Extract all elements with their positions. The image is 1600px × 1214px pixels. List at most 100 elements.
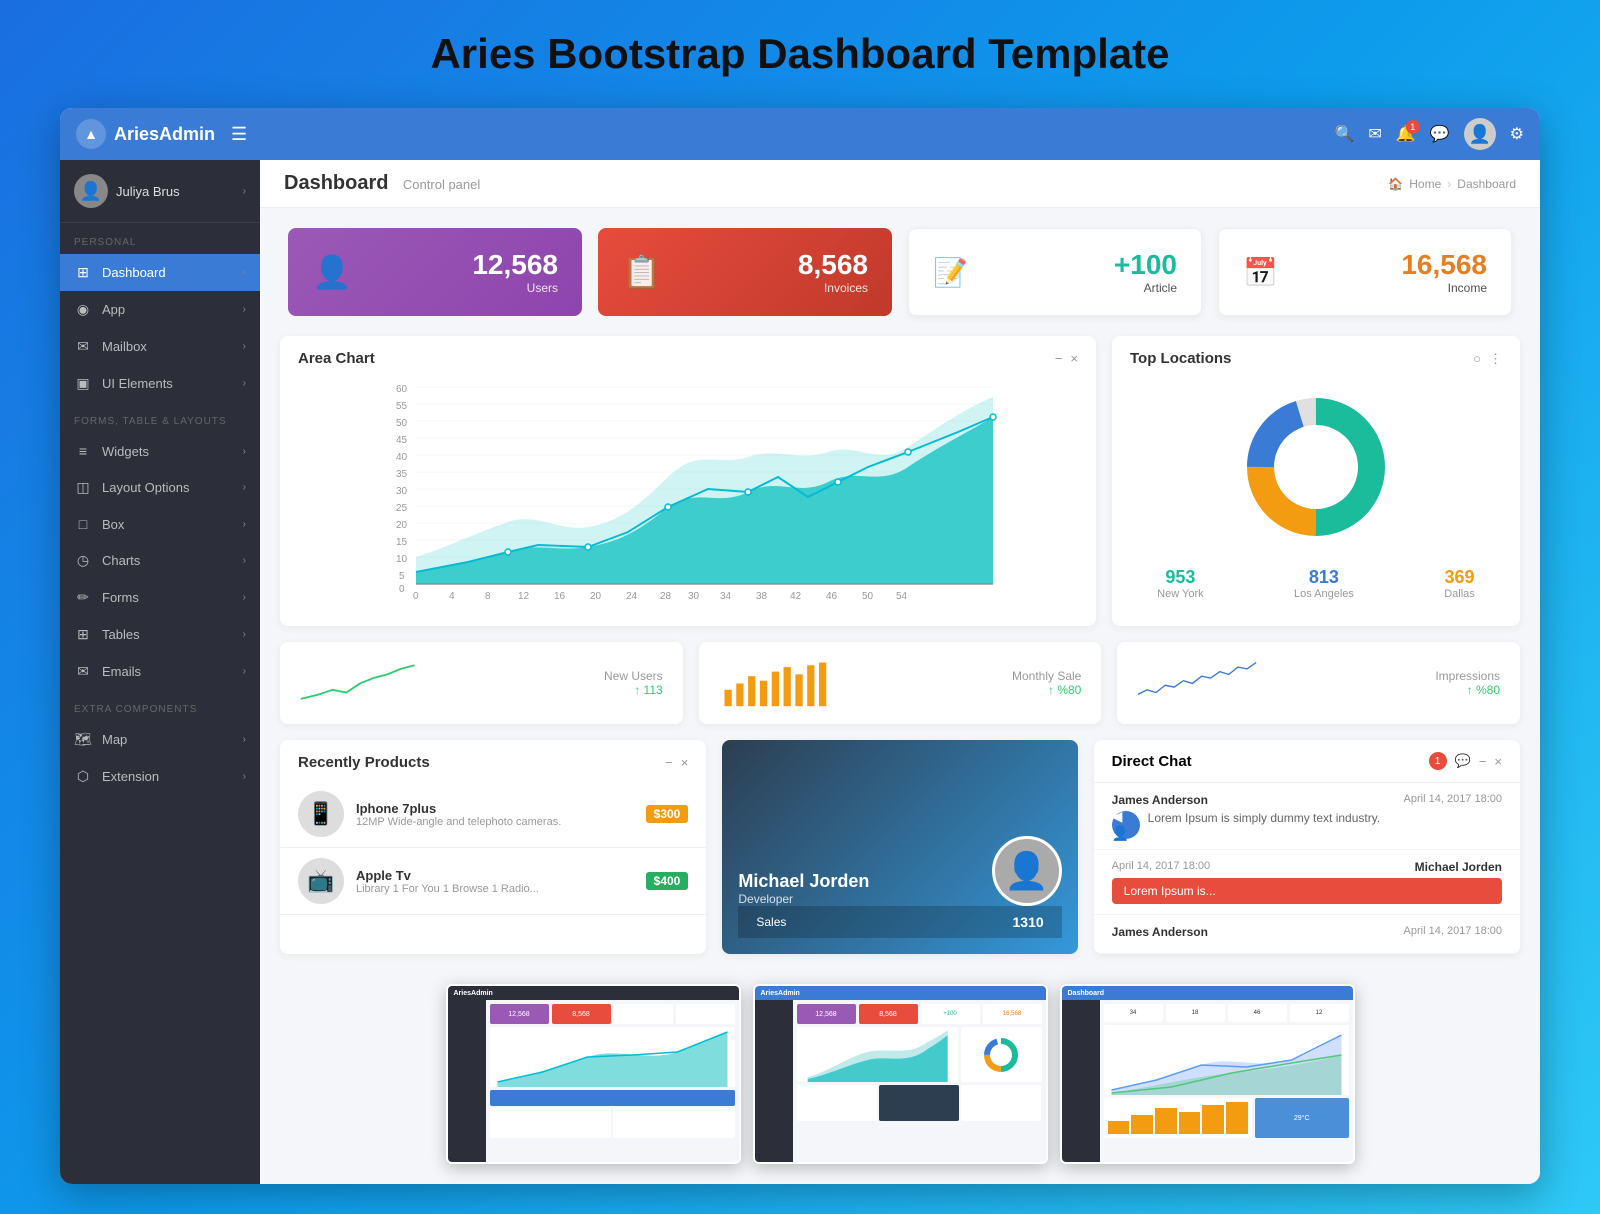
sidebar: 👤 Juliya Brus › PERSONAL ⊞ Dashboard › ◉… bbox=[60, 160, 260, 1184]
sidebar-item-extension[interactable]: ⬡ Extension › bbox=[60, 758, 260, 795]
invoices-stat-icon: 📋 bbox=[622, 253, 662, 291]
recently-products-minimize[interactable]: − bbox=[665, 755, 673, 770]
profile-avatar: 👤 bbox=[992, 836, 1062, 906]
sidebar-item-box[interactable]: □ Box › bbox=[60, 506, 260, 542]
donut-stat-losangeles: 813 Los Angeles bbox=[1294, 567, 1354, 600]
profile-overlay: Michael Jorden Developer 👤 Sales 1310 bbox=[722, 740, 1077, 954]
area-chart-container: 60 55 50 45 40 35 30 25 20 15 10 5 bbox=[280, 377, 1096, 626]
monthly-sale-info: Monthly Sale ↑ %80 bbox=[1012, 669, 1081, 697]
thumbnail-2[interactable]: AriesAdmin 12,568 8,568 +100 16,568 bbox=[753, 984, 1048, 1164]
newyork-value: 953 bbox=[1157, 567, 1203, 588]
logo-text-aries: AriesAdmin bbox=[114, 124, 215, 145]
area-chart-actions: − × bbox=[1055, 351, 1078, 366]
product-thumb-iphone: 📱 bbox=[298, 791, 344, 837]
sidebar-item-emails[interactable]: ✉ Emails › bbox=[60, 653, 260, 690]
home-icon: 🏠 bbox=[1388, 177, 1403, 191]
stat-card-users[interactable]: 👤 12,568 Users bbox=[288, 228, 582, 316]
stat-card-invoices[interactable]: 📋 8,568 Invoices bbox=[598, 228, 892, 316]
thumbnail-1[interactable]: AriesAdmin 12,568 8,568 bbox=[446, 984, 741, 1164]
stat-card-article[interactable]: 📝 +100 Article bbox=[908, 228, 1202, 316]
chat-close[interactable]: × bbox=[1494, 754, 1502, 769]
top-locations-menu[interactable]: ⋮ bbox=[1489, 351, 1502, 367]
direct-chat-header: Direct Chat 1 💬 − × bbox=[1094, 740, 1520, 783]
search-icon[interactable]: 🔍 bbox=[1334, 124, 1354, 144]
thumb2-area-chart bbox=[797, 1027, 958, 1082]
content-subtitle: Control panel bbox=[403, 177, 480, 192]
chat-icon[interactable]: 💬 bbox=[1430, 124, 1450, 144]
sidebar-item-map[interactable]: 🗺 Map › bbox=[60, 721, 260, 758]
sidebar-arrow-dashboard: › bbox=[243, 267, 246, 278]
thumb3-stats: 34 18 46 12 bbox=[1104, 1004, 1349, 1022]
impressions-change: ↑ %80 bbox=[1435, 683, 1500, 697]
thumb2-layout: 12,568 8,568 +100 16,568 bbox=[755, 1000, 1046, 1162]
sidebar-item-ui-elements[interactable]: ▣ UI Elements › bbox=[60, 365, 260, 402]
sidebar-item-charts[interactable]: ◷ Charts › bbox=[60, 542, 260, 579]
chat-message-3: James Anderson April 14, 2017 18:00 bbox=[1094, 915, 1520, 954]
breadcrumb-home[interactable]: Home bbox=[1409, 177, 1441, 191]
thumb1-sidebar bbox=[448, 1000, 486, 1162]
profile-footer-value: 1310 bbox=[1013, 914, 1044, 930]
svg-text:24: 24 bbox=[626, 591, 638, 602]
sidebar-item-layout[interactable]: ◫ Layout Options › bbox=[60, 469, 260, 506]
top-locations-actions: ○ ⋮ bbox=[1473, 351, 1502, 367]
avatar[interactable]: 👤 bbox=[1464, 118, 1496, 150]
thumbnail-3[interactable]: Dashboard 34 18 46 12 bbox=[1060, 984, 1355, 1164]
top-locations-refresh[interactable]: ○ bbox=[1473, 351, 1481, 366]
sidebar-item-dashboard[interactable]: ⊞ Dashboard › bbox=[60, 254, 260, 291]
area-chart-header: Area Chart − × bbox=[280, 336, 1096, 377]
sidebar-item-widgets[interactable]: ≡ Widgets › bbox=[60, 433, 260, 469]
dallas-value: 369 bbox=[1444, 567, 1475, 588]
sidebar-item-forms[interactable]: ✏ Forms › bbox=[60, 579, 260, 616]
sidebar-section-forms: FORMS, TABLE & LAYOUTS bbox=[60, 402, 260, 433]
sidebar-label-dashboard: Dashboard bbox=[102, 265, 233, 280]
profile-role: Developer bbox=[738, 892, 869, 906]
product-name-appletv: Apple Tv bbox=[356, 868, 634, 883]
stat-card-income[interactable]: 📅 16,568 Income bbox=[1218, 228, 1512, 316]
svg-text:60: 60 bbox=[396, 384, 408, 395]
sidebar-label-emails: Emails bbox=[102, 664, 233, 679]
mail-icon[interactable]: ✉ bbox=[1368, 124, 1381, 144]
sidebar-item-mailbox[interactable]: ✉ Mailbox › bbox=[60, 328, 260, 365]
box-icon: □ bbox=[74, 516, 92, 532]
sidebar-label-forms: Forms bbox=[102, 590, 233, 605]
gear-icon[interactable]: ⚙ bbox=[1510, 124, 1524, 144]
sidebar-arrow-charts: › bbox=[243, 555, 246, 566]
mini-stat-new-users: New Users ↑ 113 bbox=[280, 642, 683, 724]
sidebar-label-tables: Tables bbox=[102, 627, 233, 642]
sidebar-item-app[interactable]: ◉ App › bbox=[60, 291, 260, 328]
newyork-label: New York bbox=[1157, 588, 1203, 600]
svg-text:50: 50 bbox=[862, 591, 874, 602]
thumb2-header: AriesAdmin bbox=[755, 986, 1046, 1000]
area-chart-card: Area Chart − × 60 55 50 45 bbox=[280, 336, 1096, 626]
hamburger-button[interactable]: ☰ bbox=[231, 124, 247, 145]
content-header: Dashboard Control panel 🏠 Home › Dashboa… bbox=[260, 160, 1540, 208]
area-chart-close[interactable]: × bbox=[1070, 351, 1078, 366]
sidebar-item-tables[interactable]: ⊞ Tables › bbox=[60, 616, 260, 653]
logo-icon: ▲ bbox=[76, 119, 106, 149]
svg-text:30: 30 bbox=[688, 591, 700, 602]
sidebar-arrow-ui: › bbox=[243, 378, 246, 389]
users-stat-label: Users bbox=[472, 281, 558, 295]
chat-minimize[interactable]: − bbox=[1479, 754, 1487, 769]
chat-action-bubble[interactable]: 💬 bbox=[1455, 753, 1471, 769]
recently-products-close[interactable]: × bbox=[681, 755, 689, 770]
dashboard-wrapper: ▲ AriesAdmin ☰ 🔍 ✉ 🔔 1 💬 👤 ⚙ 👤 Juliya Br… bbox=[60, 108, 1540, 1184]
top-locations-card: Top Locations ○ ⋮ bbox=[1112, 336, 1520, 626]
thumb1-content: 12,568 8,568 bbox=[486, 1000, 739, 1162]
svg-text:28: 28 bbox=[660, 591, 672, 602]
chat-message-1: James Anderson April 14, 2017 18:00 ◀ 👤 … bbox=[1094, 783, 1520, 850]
sidebar-user[interactable]: 👤 Juliya Brus › bbox=[60, 160, 260, 223]
top-locations-title: Top Locations bbox=[1130, 350, 1231, 367]
sidebar-arrow-widgets: › bbox=[243, 446, 246, 457]
product-item-iphone[interactable]: 📱 Iphone 7plus 12MP Wide-angle and telep… bbox=[280, 781, 706, 848]
sidebar-arrow-app: › bbox=[243, 304, 246, 315]
bell-icon[interactable]: 🔔 1 bbox=[1396, 124, 1416, 144]
product-item-appletv[interactable]: 📺 Apple Tv Library 1 For You 1 Browse 1 … bbox=[280, 848, 706, 915]
sidebar-section-personal: PERSONAL bbox=[60, 223, 260, 254]
sidebar-arrow-layout: › bbox=[243, 482, 246, 493]
thumb1-stats: 12,568 8,568 bbox=[490, 1004, 735, 1024]
new-users-change: ↑ 113 bbox=[604, 683, 663, 697]
area-chart-minimize[interactable]: − bbox=[1055, 351, 1063, 366]
chat-text-1: Lorem Ipsum is simply dummy text industr… bbox=[1148, 811, 1502, 825]
article-stat-label: Article bbox=[1114, 281, 1177, 295]
